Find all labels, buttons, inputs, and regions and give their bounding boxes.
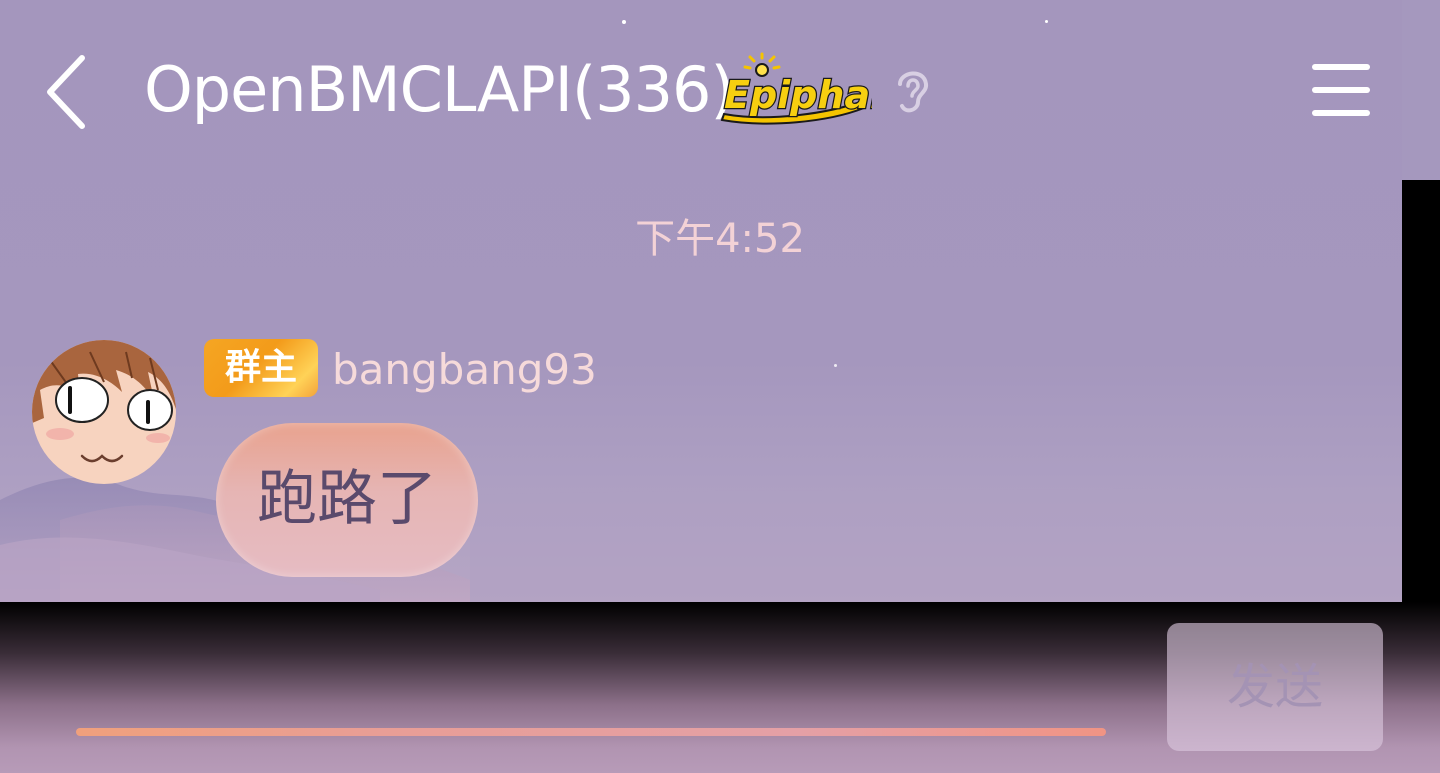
chat-screen: OpenBMCLAPI(336) Epiphany [0, 0, 1440, 773]
epiphany-text: Epiphany [724, 73, 872, 117]
message-input[interactable] [60, 622, 1120, 736]
epiphany-logo-icon: Epiphany [720, 52, 925, 125]
chat-title[interactable]: OpenBMCLAPI(336) [144, 54, 735, 126]
group-owner-badge: 群主 [204, 339, 318, 397]
send-button[interactable]: 发送 [1167, 623, 1383, 751]
chat-header: OpenBMCLAPI(336) Epiphany [0, 0, 1440, 180]
sender-name[interactable]: bangbang93 [332, 344, 597, 396]
back-button[interactable] [36, 50, 106, 134]
chevron-left-icon [47, 55, 85, 129]
avatar[interactable] [30, 338, 178, 486]
menu-button[interactable] [1306, 60, 1374, 120]
message-text: 跑路了 [257, 464, 437, 534]
message-timestamp: 下午4:52 [635, 216, 805, 262]
input-bar: 发送 [0, 602, 1440, 773]
epiphany-badge[interactable]: Epiphany [718, 52, 925, 128]
star [834, 364, 837, 367]
anime-face-avatar-icon [32, 340, 176, 484]
ear-icon[interactable] [890, 64, 934, 116]
message-bubble[interactable]: 跑路了 [216, 423, 478, 577]
input-underline [76, 728, 1106, 736]
